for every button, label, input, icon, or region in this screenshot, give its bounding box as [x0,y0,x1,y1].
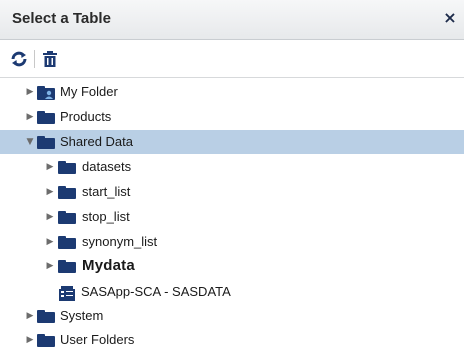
folder-icon [58,260,76,273]
expand-arrow-icon[interactable]: ▶ [25,80,35,104]
dialog-title: Select a Table [12,10,111,27]
tree-item-my-folder[interactable]: ▶ My Folder [0,80,464,104]
trash-icon[interactable] [40,49,60,69]
tree-item-label: SASApp-SCA - SASDATA [81,284,231,299]
tree-item-mydata[interactable]: ▶ Mydata [0,254,464,278]
user-folder-icon [37,85,57,100]
tree-item-products[interactable]: ▶ Products [0,105,464,129]
tree-item-user-folders[interactable]: ▶ User Folders [0,328,464,352]
folder-icon [37,136,55,149]
expand-arrow-icon[interactable]: ▶ [45,230,55,254]
tree-item-label: datasets [82,159,132,174]
tree-item-sasapp-library[interactable]: SASApp-SCA - SASDATA [0,280,464,304]
tree-item-label: Products [60,109,112,124]
tree-item-label: synonym_list [82,234,158,249]
expand-arrow-icon[interactable]: ▶ [45,180,55,204]
tree-item-system[interactable]: ▶ System [0,304,464,328]
tree-item-datasets[interactable]: ▶ datasets [0,155,464,179]
tree-item-start-list[interactable]: ▶ start_list [0,180,464,204]
folder-icon [37,111,55,124]
tree-item-label: Mydata [82,257,135,274]
tree-item-synonym-list[interactable]: ▶ synonym_list [0,230,464,254]
tree-item-label: stop_list [82,209,130,224]
tree-item-shared-data[interactable]: ▼ Shared Data [0,130,464,154]
tree-item-label: User Folders [60,332,135,347]
tree-item-label: System [60,308,104,323]
expand-arrow-icon[interactable]: ▶ [45,205,55,229]
toolbar [0,40,464,78]
expand-arrow-icon[interactable]: ▶ [25,304,35,328]
tree-item-label: start_list [82,184,131,199]
collapse-arrow-icon[interactable]: ▼ [25,130,35,154]
folder-icon [37,310,55,323]
folder-icon [58,161,76,174]
expand-arrow-icon[interactable]: ▶ [25,328,35,352]
tree-item-label: My Folder [60,84,118,99]
dialog-titlebar: Select a Table × [0,0,464,40]
folder-icon [37,334,55,347]
toolbar-separator [34,50,35,68]
expand-arrow-icon[interactable]: ▶ [25,105,35,129]
folder-icon [58,211,76,224]
refresh-icon[interactable] [9,49,29,69]
expand-arrow-icon[interactable]: ▶ [45,254,55,278]
expand-arrow-icon[interactable]: ▶ [45,155,55,179]
folder-icon [58,236,76,249]
tree-item-label: Shared Data [60,134,133,149]
close-icon[interactable]: × [442,8,458,28]
folder-icon [58,186,76,199]
tree-item-stop-list[interactable]: ▶ stop_list [0,205,464,229]
library-icon [59,285,75,301]
table-tree: ▶ My Folder ▶ Products ▼ Shared Data ▶ d… [0,80,464,354]
